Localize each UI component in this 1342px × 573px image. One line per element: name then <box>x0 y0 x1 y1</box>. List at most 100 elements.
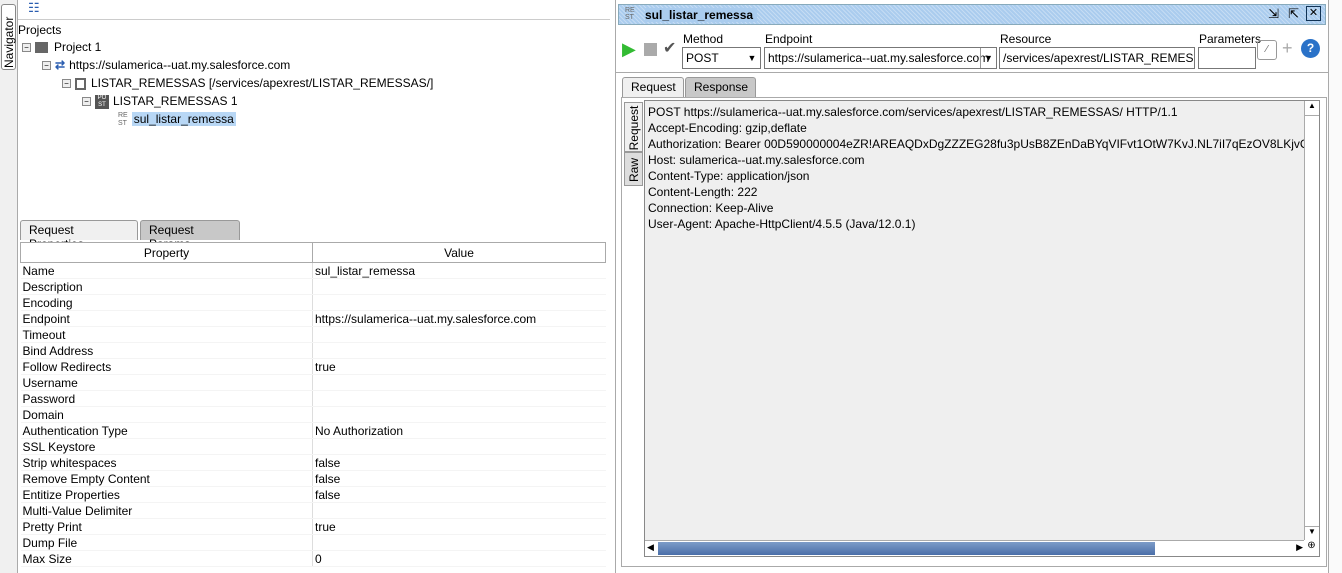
table-row[interactable]: Authentication Type No Authorization <box>20 422 606 439</box>
table-row[interactable]: Domain <box>20 406 606 423</box>
divider <box>616 72 1329 73</box>
scroll-thumb[interactable] <box>658 542 1155 555</box>
table-row[interactable]: Encoding <box>20 294 606 311</box>
scroll-down-icon[interactable]: ▼ <box>1305 526 1319 541</box>
parameters-label: Parameters <box>1199 32 1262 46</box>
tab-request-params[interactable]: Request Params <box>140 220 240 251</box>
property-value[interactable] <box>312 294 606 311</box>
property-value[interactable]: https://sulamerica--uat.my.salesforce.co… <box>312 310 606 327</box>
property-value[interactable]: No Authorization <box>312 422 606 439</box>
maximize-icon[interactable]: ⇱ <box>1288 6 1299 22</box>
side-tab-raw[interactable]: Raw <box>624 152 643 186</box>
method-select[interactable]: POST ▼ <box>682 47 761 69</box>
stop-icon[interactable] <box>644 43 657 56</box>
table-row[interactable]: Entitize Properties false <box>20 486 606 503</box>
raw-request-view[interactable]: POST https://sulamerica--uat.my.salesfor… <box>644 100 1320 557</box>
tab-request[interactable]: Request <box>622 77 684 97</box>
tree-item-project[interactable]: − Project 1 <box>22 39 101 55</box>
table-row[interactable]: Multi-Value Delimiter <box>20 502 606 519</box>
zoom-icon[interactable]: ⊕ <box>1304 540 1319 556</box>
side-tab-request[interactable]: Request <box>624 102 643 152</box>
table-row[interactable]: SSL Keystore <box>20 438 606 455</box>
property-value[interactable] <box>312 374 606 391</box>
endpoint-select[interactable]: https://sulamerica--uat.my.salesforce.co… <box>764 47 997 69</box>
property-value[interactable]: 0 <box>312 550 606 567</box>
minimize-icon[interactable]: ⇲ <box>1268 6 1279 22</box>
run-icon[interactable]: ▶ <box>622 39 636 60</box>
property-value[interactable]: false <box>312 486 606 503</box>
side-tab-label: Request <box>627 105 641 151</box>
help-icon[interactable]: ? <box>1301 39 1320 58</box>
tab-request-properties[interactable]: Request Properties <box>20 220 138 251</box>
property-value[interactable]: true <box>312 518 606 535</box>
resource-label: Resource <box>1000 32 1052 46</box>
property-name: Timeout <box>20 326 313 343</box>
property-value[interactable] <box>312 390 606 407</box>
editor-title: sul_listar_remessa <box>645 8 758 22</box>
scroll-right-icon[interactable]: ▶ <box>1296 542 1303 553</box>
method-value: POST <box>686 51 719 65</box>
property-value[interactable] <box>312 502 606 519</box>
property-name: Strip whitespaces <box>20 454 313 471</box>
property-value[interactable] <box>312 342 606 359</box>
collapse-icon[interactable]: − <box>22 43 31 53</box>
request-label: sul_listar_remessa <box>131 112 236 126</box>
tree-root[interactable]: Projects <box>18 22 61 38</box>
scroll-left-icon[interactable]: ◀ <box>647 542 654 553</box>
table-row[interactable]: Dump File <box>20 534 606 551</box>
table-row[interactable]: Follow Redirects true <box>20 358 606 375</box>
table-row[interactable]: Remove Empty Content false <box>20 470 606 487</box>
tree-item-resource[interactable]: − LISTAR_REMESSAS [/services/apexrest/LIS… <box>62 75 433 91</box>
method-label: Method <box>683 32 724 46</box>
raw-line: Accept-Encoding: gzip,deflate <box>648 121 807 135</box>
check-icon[interactable]: ✔ <box>663 38 676 58</box>
vertical-scrollbar[interactable]: ▲ ▼ <box>1304 101 1319 541</box>
resource-input[interactable]: /services/apexrest/LISTAR_REMESSAS/ <box>999 47 1195 69</box>
add-icon[interactable]: + <box>1282 38 1293 59</box>
property-value[interactable]: sul_listar_remessa <box>312 262 606 279</box>
table-row[interactable]: Description <box>20 278 606 295</box>
edit-parameters-icon[interactable]: ⁄ <box>1257 40 1277 60</box>
property-value[interactable]: false <box>312 454 606 471</box>
collapse-all-icon[interactable]: ☷ <box>28 1 40 14</box>
collapse-icon[interactable]: − <box>42 61 51 71</box>
table-row[interactable]: Max Size 0 <box>20 550 606 567</box>
tree-item-endpoint[interactable]: − ⇄ https://sulamerica--uat.my.salesforce.… <box>42 57 290 73</box>
collapse-icon[interactable]: − <box>62 79 71 89</box>
parameters-input[interactable] <box>1198 47 1256 69</box>
property-name: Pretty Print <box>20 518 313 535</box>
table-row[interactable]: Timeout <box>20 326 606 343</box>
collapse-icon[interactable]: − <box>82 97 91 107</box>
property-value[interactable] <box>312 326 606 343</box>
property-value[interactable]: true <box>312 358 606 375</box>
table-row[interactable]: Password <box>20 390 606 407</box>
rest-request-icon: RE ST <box>118 111 128 127</box>
property-value[interactable] <box>312 438 606 455</box>
property-name: Entitize Properties <box>20 486 313 503</box>
close-icon[interactable]: ✕ <box>1306 6 1321 21</box>
property-value[interactable] <box>312 278 606 295</box>
table-row[interactable]: Pretty Print true <box>20 518 606 535</box>
table-row[interactable]: Strip whitespaces false <box>20 454 606 471</box>
scroll-up-icon[interactable]: ▲ <box>1305 101 1319 116</box>
raw-line: Content-Type: application/json <box>648 169 810 183</box>
tree-item-request[interactable]: RE ST sul_listar_remessa <box>118 111 236 128</box>
table-row[interactable]: Endpoint https://sulamerica--uat.my.sales… <box>20 310 606 327</box>
property-name: Follow Redirects <box>20 358 313 375</box>
navigator-tab[interactable]: Navigator <box>1 4 16 70</box>
tree-item-method[interactable]: − PO ST LISTAR_REMESSAS 1 <box>82 93 238 109</box>
table-row[interactable]: Name sul_listar_remessa <box>20 262 606 279</box>
table-row[interactable]: Username <box>20 374 606 391</box>
post-method-icon: PO ST <box>95 94 109 109</box>
property-value[interactable] <box>312 406 606 423</box>
folder-icon <box>35 42 48 54</box>
property-value[interactable]: false <box>312 470 606 487</box>
column-header-property[interactable]: Property <box>20 242 313 263</box>
table-row[interactable]: Bind Address <box>20 342 606 359</box>
property-value[interactable] <box>312 534 606 551</box>
column-header-value[interactable]: Value <box>312 242 606 263</box>
chevron-down-icon[interactable]: ▼ <box>980 48 996 68</box>
horizontal-scrollbar[interactable]: ◀ ▶ <box>645 540 1305 556</box>
tab-response[interactable]: Response <box>685 77 756 97</box>
raw-line: Connection: Keep-Alive <box>648 201 774 215</box>
